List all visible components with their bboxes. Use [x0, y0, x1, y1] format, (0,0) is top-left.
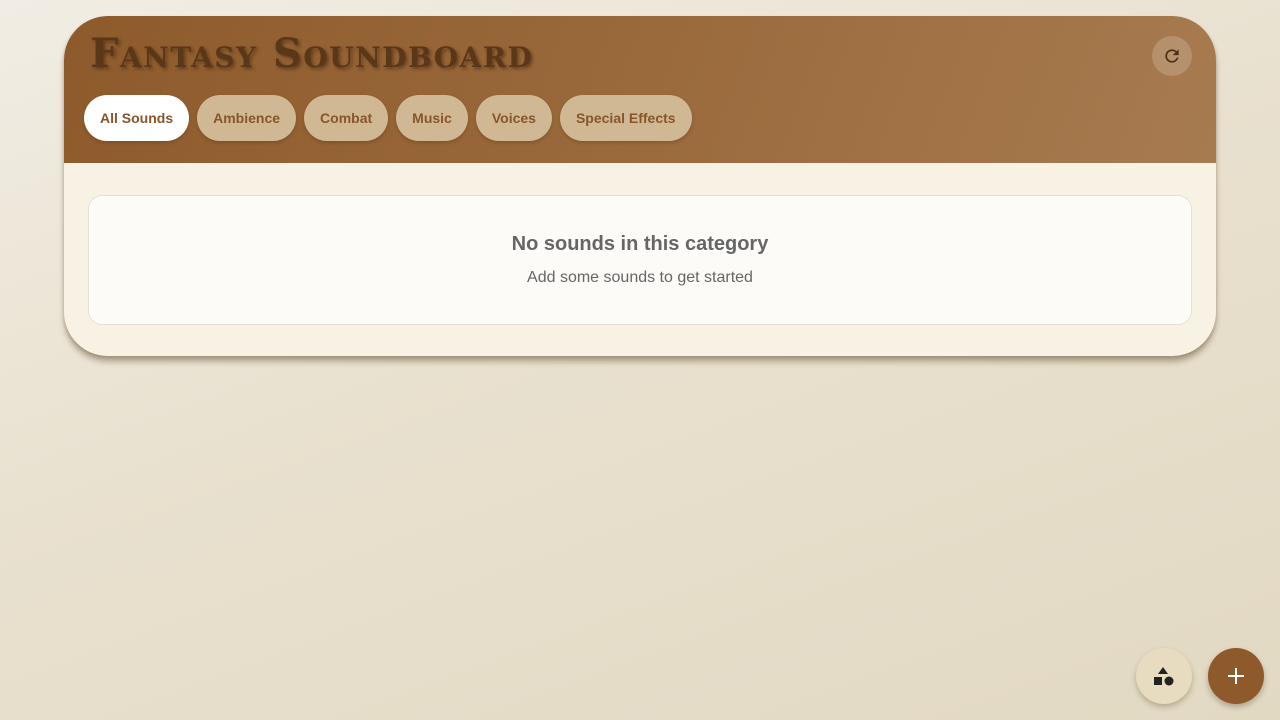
tab-ambience[interactable]: Ambience: [197, 95, 297, 141]
empty-state-subtitle: Add some sounds to get started: [527, 269, 753, 286]
app-title: Fantasy Soundboard: [90, 30, 534, 77]
plus-icon: [1228, 668, 1244, 684]
empty-state-panel: No sounds in this category Add some soun…: [88, 195, 1192, 325]
tab-music[interactable]: Music: [396, 95, 468, 141]
tab-special-effects[interactable]: Special Effects: [559, 95, 692, 141]
category-tabs: All Sounds Ambience Combat Music Voices …: [84, 95, 692, 141]
header: Fantasy Soundboard All Sounds Ambience C…: [64, 16, 1216, 163]
shapes-button[interactable]: [1136, 648, 1192, 704]
empty-state-title: No sounds in this category: [511, 233, 769, 255]
refresh-icon: [1165, 49, 1179, 63]
tab-combat[interactable]: Combat: [304, 95, 389, 141]
soundboard-card: Fantasy Soundboard All Sounds Ambience C…: [64, 16, 1216, 356]
tab-all-sounds[interactable]: All Sounds: [84, 95, 190, 141]
refresh-button[interactable]: [1152, 36, 1192, 76]
add-sound-button[interactable]: [1208, 648, 1264, 704]
shapes-icon: [1154, 667, 1174, 686]
tab-voices[interactable]: Voices: [475, 95, 552, 141]
